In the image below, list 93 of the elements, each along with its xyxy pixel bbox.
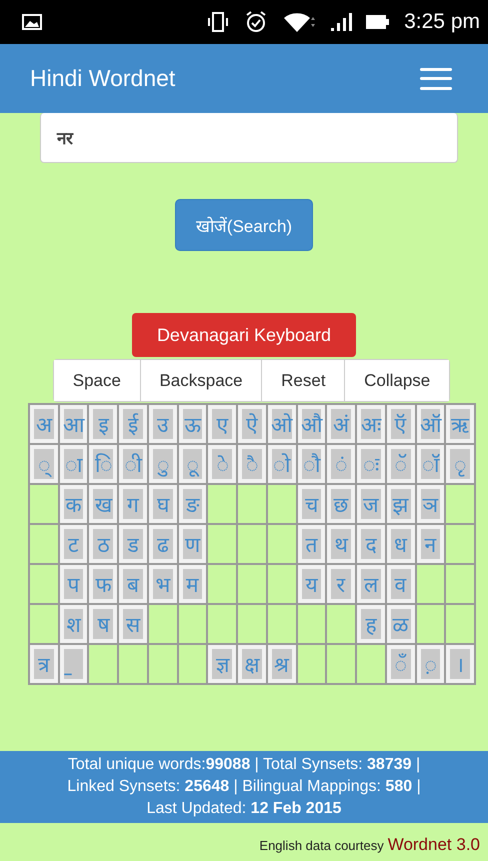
key-button[interactable]: ऍ: [390, 409, 411, 439]
key-button[interactable]: न: [420, 529, 440, 559]
key-button[interactable]: ◌ी: [123, 449, 143, 479]
key-button[interactable]: ऑ: [420, 409, 440, 439]
key-button[interactable]: श्र: [272, 649, 292, 679]
key-button[interactable]: भ: [152, 569, 173, 599]
key-button[interactable]: म: [182, 569, 202, 599]
key-button[interactable]: र: [331, 569, 352, 599]
key-button[interactable]: ◌ॉ: [420, 449, 440, 479]
empty-grid-cell: [446, 565, 476, 605]
key-button[interactable]: ह: [361, 609, 381, 639]
key-button[interactable]: ◌ौ: [302, 449, 322, 479]
picture-icon: [22, 14, 42, 30]
menu-button[interactable]: [420, 68, 452, 90]
key-button[interactable]: ण: [182, 529, 202, 559]
key-button[interactable]: ◌ु: [152, 449, 173, 479]
empty-grid-cell: [238, 525, 268, 565]
empty-grid-cell: [327, 645, 358, 685]
battery-icon: [366, 14, 390, 30]
key-button[interactable]: ञ: [420, 489, 440, 519]
key-button[interactable]: अः: [361, 409, 381, 439]
key-button[interactable]: इ: [93, 409, 114, 439]
key-button[interactable]: ए: [212, 409, 232, 439]
wifi-icon: [282, 11, 316, 33]
key-button[interactable]: ज्ञ: [212, 649, 232, 679]
key-button[interactable]: ◌ॅ: [390, 449, 411, 479]
search-field[interactable]: नर: [40, 113, 458, 163]
key-button[interactable]: ब: [123, 569, 143, 599]
key-button[interactable]: ड: [123, 529, 143, 559]
keyboard-action-button[interactable]: Collapse: [344, 360, 450, 401]
key-button[interactable]: आ: [64, 409, 84, 439]
vibrate-icon: [206, 11, 230, 33]
key-button[interactable]: ऋ: [450, 409, 470, 439]
key-button[interactable]: ◌ू: [182, 449, 202, 479]
key-button[interactable]: अं: [331, 409, 352, 439]
key-button[interactable]: ऊ: [182, 409, 202, 439]
key-button[interactable]: ◌ः: [361, 449, 381, 479]
key-button[interactable]: श: [64, 609, 84, 639]
key-button[interactable]: ◌े: [212, 449, 232, 479]
key-button[interactable]: ल: [361, 569, 381, 599]
key-button[interactable]: व: [390, 569, 411, 599]
key-button[interactable]: थ: [331, 529, 352, 559]
key-button[interactable]: ◌ा: [64, 449, 84, 479]
key-button[interactable]: ग: [123, 489, 143, 519]
signal-icon: [330, 12, 352, 32]
key-button[interactable]: ◌्: [34, 449, 54, 479]
key-button[interactable]: ◌ृ: [450, 449, 470, 479]
key-button[interactable]: क: [64, 489, 84, 519]
empty-grid-cell: [148, 645, 179, 685]
key-button[interactable]: ळ: [390, 609, 411, 639]
key-button[interactable]: ख: [93, 489, 114, 519]
stats-text: Total unique words:99088 | Total Synsets: 38739 | Linked Synsets: 25648 | Bilingual Mappings: 580 | Last Updated: 12 Feb 2015: [0, 751, 488, 823]
key-button[interactable]: ज: [361, 489, 381, 519]
credit-text: English data courtesy: [259, 838, 384, 853]
key-button[interactable]: ष: [93, 609, 114, 639]
key-button[interactable]: ◌ै: [242, 449, 262, 479]
key-button[interactable]: उ: [152, 409, 173, 439]
key-button[interactable]: ◌ं: [331, 449, 352, 479]
key-button[interactable]: ◌ँ: [390, 649, 411, 679]
key-button[interactable]: क्ष: [242, 649, 262, 679]
key-button[interactable]: ◌ो: [272, 449, 292, 479]
search-button[interactable]: खोजें(Search): [175, 199, 313, 251]
key-button[interactable]: प: [64, 569, 84, 599]
key-button[interactable]: अ: [34, 409, 54, 439]
wordnet-link[interactable]: Wordnet 3.0: [388, 835, 480, 855]
key-button[interactable]: औ: [302, 409, 322, 439]
key-button[interactable]: छ: [331, 489, 352, 519]
key-button[interactable]: ई: [123, 409, 143, 439]
alarm-icon: [244, 10, 268, 34]
key-button[interactable]: ठ: [93, 529, 114, 559]
keyboard-toggle-button[interactable]: Devanagari Keyboard: [132, 313, 356, 357]
key-button[interactable]: ङ: [182, 489, 202, 519]
key-button[interactable]: ढ: [152, 529, 173, 559]
key-button[interactable]: त्र: [34, 649, 54, 679]
key-button[interactable]: ओ: [272, 409, 292, 439]
key-button[interactable]: य: [302, 569, 322, 599]
app-title: Hindi Wordnet: [30, 65, 176, 92]
key-button[interactable]: ध: [390, 529, 411, 559]
key-button[interactable]: घ: [152, 489, 173, 519]
key-button[interactable]: ऐ: [242, 409, 262, 439]
key-button[interactable]: च: [302, 489, 322, 519]
key-button[interactable]: ॒: [64, 649, 84, 679]
key-button[interactable]: ।: [450, 649, 470, 679]
key-button[interactable]: द: [361, 529, 381, 559]
key-button[interactable]: स: [123, 609, 143, 639]
key-button[interactable]: त: [302, 529, 322, 559]
key-button[interactable]: झ: [390, 489, 411, 519]
key-button[interactable]: ट: [64, 529, 84, 559]
key-button[interactable]: ◌ि: [93, 449, 114, 479]
clock-time: 3:25 pm: [404, 10, 480, 34]
empty-grid-cell: [238, 565, 268, 605]
key-button[interactable]: ◌़: [420, 649, 440, 679]
key-button[interactable]: फ: [93, 569, 114, 599]
